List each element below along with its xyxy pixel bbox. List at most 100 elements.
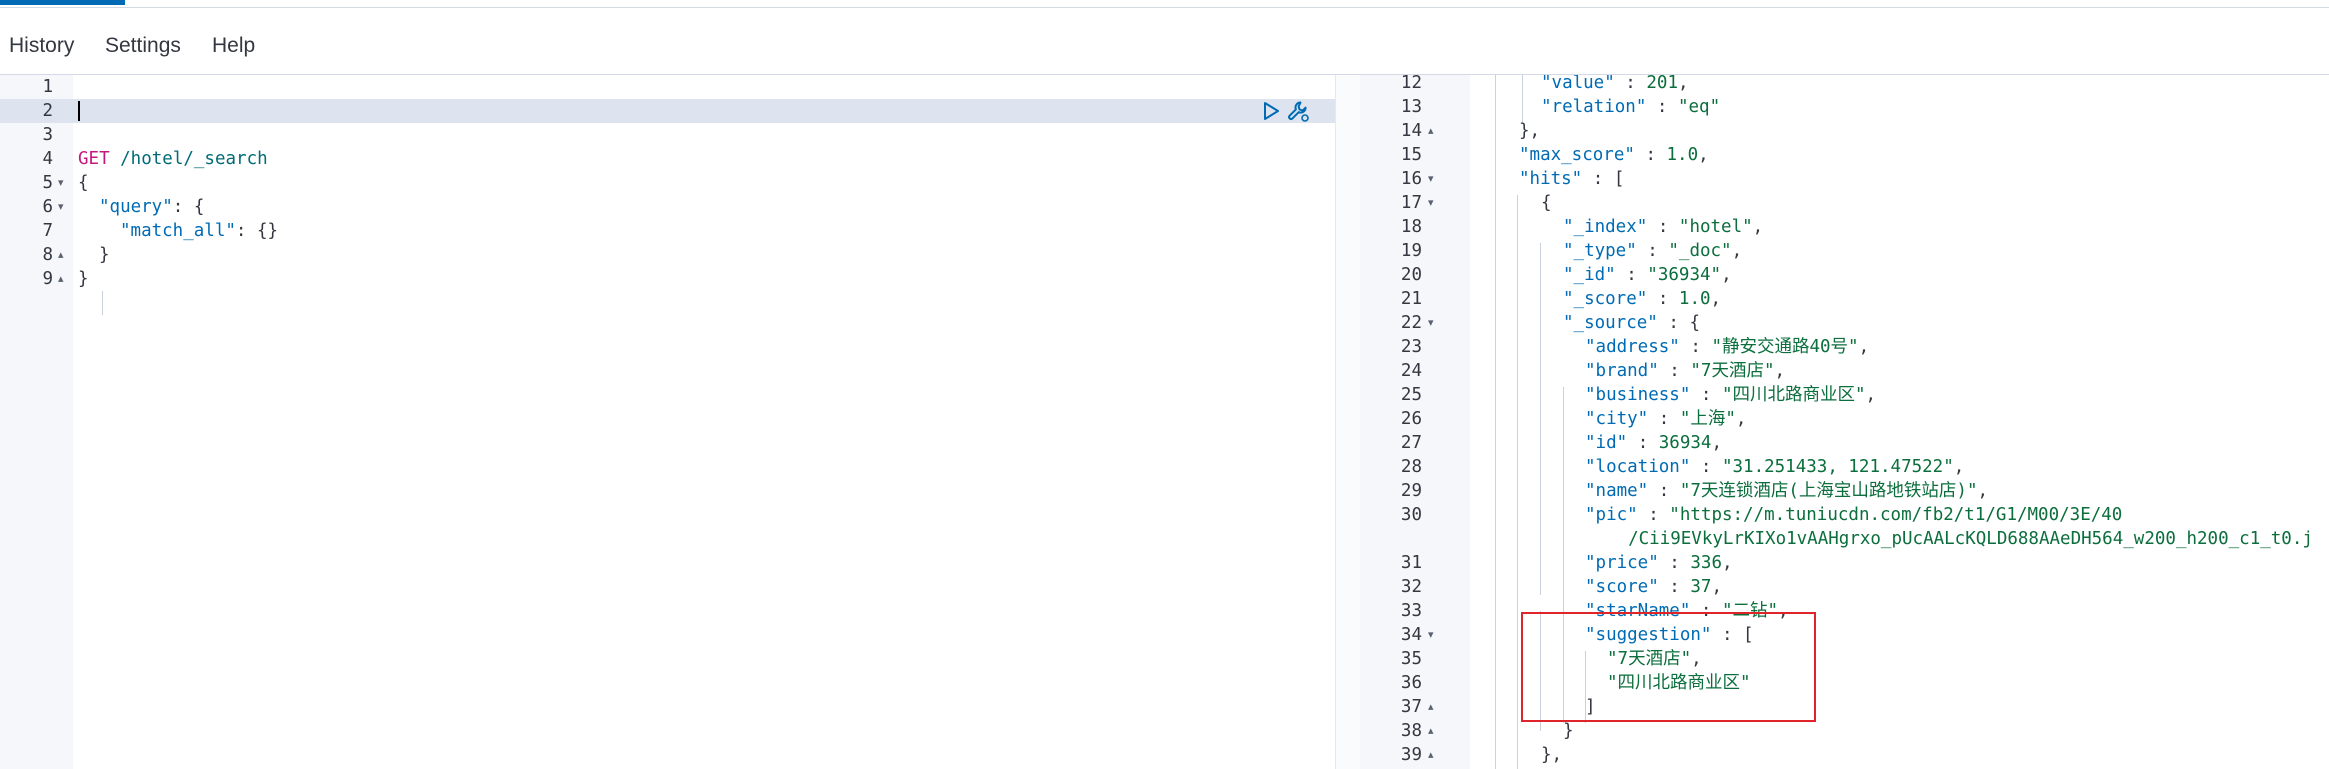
line-number: 37: [1400, 697, 1422, 717]
json-punctuation: ,: [1721, 553, 1733, 573]
json-value: 336: [1690, 553, 1722, 573]
wrench-icon[interactable]: [1286, 99, 1310, 123]
json-separator: :: [1648, 481, 1680, 501]
json-punctuation: }: [1563, 721, 1574, 741]
json-key: "location": [1585, 457, 1691, 477]
json-separator: :: [1634, 145, 1667, 165]
code-line: "_index" : "hotel",: [1563, 215, 1763, 239]
fold-toggle-icon[interactable]: ▾: [58, 195, 64, 219]
menu-settings[interactable]: Settings: [105, 34, 181, 58]
menu-history[interactable]: History: [9, 34, 74, 58]
unfold-toggle-icon[interactable]: ▴: [58, 267, 64, 291]
active-tab-indicator: [0, 0, 125, 5]
line-number: 16: [1400, 169, 1422, 189]
line-number: 17: [1400, 193, 1422, 213]
fold-toggle-icon[interactable]: ▾: [58, 171, 64, 195]
json-key: "_id": [1563, 265, 1616, 285]
code-line: GET /hotel/_search: [78, 147, 268, 171]
code-line: "business" : "四川北路商业区",: [1585, 383, 1876, 407]
json-punctuation: {: [78, 173, 89, 193]
unfold-toggle-icon[interactable]: ▴: [1428, 743, 1434, 767]
code-line: "price" : 336,: [1585, 551, 1733, 575]
json-separator: :: [1658, 577, 1691, 597]
request-code-area[interactable]: [73, 75, 1335, 769]
json-key: "_type": [1563, 241, 1637, 261]
json-punctuation: ,: [1710, 289, 1722, 309]
json-value: 1.0: [1666, 145, 1699, 165]
code-line: "brand" : "7天酒店",: [1585, 359, 1785, 383]
json-key: "city": [1585, 409, 1649, 429]
json-separator: :: [1646, 97, 1678, 117]
play-triangle-icon[interactable]: [1261, 101, 1281, 121]
code-line: },: [1519, 119, 1540, 143]
line-number: 6: [42, 197, 53, 217]
line-number: 13: [1400, 97, 1422, 117]
json-punctuation: },: [1519, 121, 1541, 141]
line-number: 28: [1400, 457, 1422, 477]
line-number: 38: [1400, 721, 1422, 741]
unfold-toggle-icon[interactable]: ▴: [1428, 695, 1434, 719]
line-number: 21: [1400, 289, 1422, 309]
json-key: "max_score": [1519, 145, 1635, 165]
line-number: 12: [1400, 75, 1422, 93]
json-punctuation: [: [1613, 169, 1625, 189]
request-editor[interactable]: 1 2 3 4 GET /hotel/_search 5 ▾ {6 ▾ "query": {7 "m…: [0, 75, 1335, 769]
json-punctuation: {: [1689, 313, 1700, 333]
line-number: 29: [1400, 481, 1422, 501]
code-line: /Cii9EVkyLrKIXo1vAAHgrxo_pUcAALcKQLD688A…: [1607, 527, 2313, 551]
json-value: 36934: [1658, 433, 1712, 453]
json-separator: :: [1657, 313, 1690, 333]
line-number: 3: [42, 125, 53, 145]
fold-toggle-icon[interactable]: ▾: [1428, 167, 1434, 191]
code-line: "_score" : 1.0,: [1563, 287, 1721, 311]
json-punctuation: : {}: [235, 221, 279, 241]
json-separator: :: [1658, 361, 1691, 381]
json-key: "score": [1585, 577, 1659, 597]
menu-help[interactable]: Help: [212, 34, 255, 58]
code-line: "id" : 36934,: [1585, 431, 1722, 455]
line-number: 9: [42, 269, 53, 289]
top-bar: [0, 0, 2329, 8]
code-line: "location" : "31.251433, 121.47522",: [1585, 455, 1964, 479]
json-punctuation: ,: [1774, 361, 1786, 381]
unfold-toggle-icon[interactable]: ▴: [58, 243, 64, 267]
code-line: "pic" : "https://m.tuniucdn.com/fb2/t1/G…: [1585, 503, 2122, 527]
pane-resize-divider[interactable]: [1335, 75, 1361, 769]
line-number: 34: [1400, 625, 1422, 645]
line-number: 22: [1400, 313, 1422, 333]
json-punctuation: }: [99, 245, 110, 265]
json-punctuation: ,: [1735, 409, 1747, 429]
line-number: 20: [1400, 265, 1422, 285]
json-punctuation: }: [78, 269, 89, 289]
line-number: 33: [1400, 601, 1422, 621]
code-line: "_type" : "_doc",: [1563, 239, 1742, 263]
fold-toggle-icon[interactable]: ▾: [1428, 623, 1434, 647]
json-key: "address": [1585, 337, 1680, 357]
json-separator: :: [1648, 409, 1680, 429]
response-viewer[interactable]: 12 "value" : 201, 13 "relation" : "eq" 14 ▴},…: [1360, 75, 2329, 769]
line-number: 18: [1400, 217, 1422, 237]
json-value: "四川北路商业区": [1721, 385, 1866, 405]
fold-toggle-icon[interactable]: ▾: [1428, 191, 1434, 215]
json-separator: :: [1615, 265, 1648, 285]
json-punctuation: ,: [1752, 217, 1764, 237]
code-line: "query": {: [99, 195, 204, 219]
line-number: 30: [1400, 505, 1422, 525]
unfold-toggle-icon[interactable]: ▴: [1428, 719, 1434, 743]
indent-guide: [102, 291, 103, 315]
fold-toggle-icon[interactable]: ▾: [1428, 311, 1434, 335]
json-value: 201: [1646, 75, 1678, 93]
indent-guide: [1540, 243, 1541, 595]
json-value: "eq": [1677, 97, 1721, 117]
json-key: "match_all": [120, 221, 236, 241]
json-separator: :: [1647, 289, 1679, 309]
json-value: "_doc": [1668, 241, 1732, 261]
unfold-toggle-icon[interactable]: ▴: [1428, 119, 1434, 143]
json-value: "7天连锁酒店(上海宝山路地铁站店)": [1679, 481, 1978, 501]
json-separator: :: [1637, 505, 1670, 525]
line-number: 35: [1400, 649, 1422, 669]
code-line: "name" : "7天连锁酒店(上海宝山路地铁站店)",: [1585, 479, 1988, 503]
line-number: 19: [1400, 241, 1422, 261]
code-line: "_id" : "36934",: [1563, 263, 1732, 287]
line-number: 25: [1400, 385, 1422, 405]
